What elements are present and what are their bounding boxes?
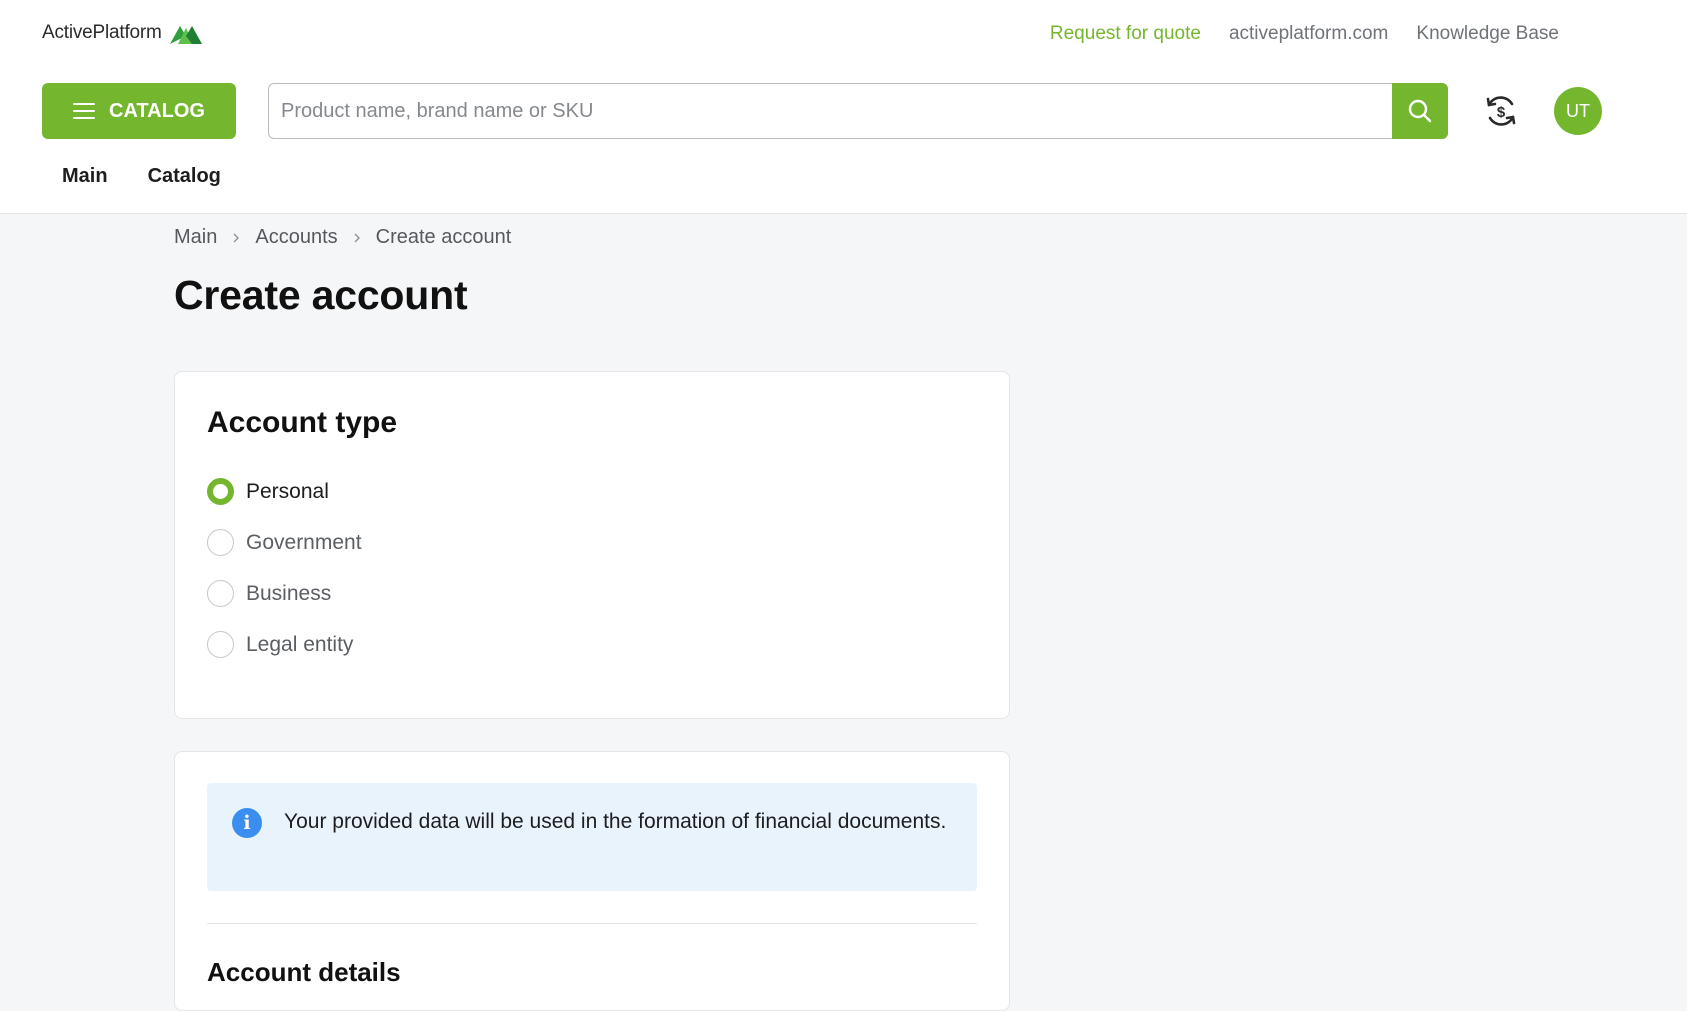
catalog-button[interactable]: CATALOG <box>42 83 236 139</box>
info-notice-text: Your provided data will be used in the f… <box>284 810 947 833</box>
account-details-title: Account details <box>207 957 401 987</box>
radio-label-government: Government <box>246 530 362 554</box>
radio-unchecked-icon <box>207 529 234 556</box>
breadcrumb: Main Accounts Create account <box>174 226 511 249</box>
currency-exchange-icon[interactable]: $ <box>1482 92 1520 130</box>
radio-unchecked-icon <box>207 631 234 658</box>
search-input[interactable] <box>269 84 1393 138</box>
main-nav: Main Catalog <box>62 165 221 188</box>
activeplatform-logo-icon <box>169 26 202 44</box>
search-button[interactable] <box>1392 83 1448 139</box>
search-bar <box>268 83 1448 139</box>
radio-option-legal-entity[interactable]: Legal entity <box>207 631 353 658</box>
nav-item-main[interactable]: Main <box>62 165 108 188</box>
search-icon <box>1408 99 1432 123</box>
top-links: Request for quote activeplatform.com Kno… <box>1050 23 1559 45</box>
radio-label-legal-entity: Legal entity <box>246 632 354 656</box>
radio-label-personal: Personal <box>246 479 329 503</box>
breadcrumb-accounts[interactable]: Accounts <box>255 226 337 249</box>
divider <box>207 923 977 924</box>
breadcrumb-main[interactable]: Main <box>174 226 217 249</box>
user-avatar[interactable]: UT <box>1554 87 1602 135</box>
activeplatform-site-link[interactable]: activeplatform.com <box>1229 23 1388 45</box>
account-type-card: Account type Personal Government Busines… <box>174 371 1010 719</box>
info-notice: i Your provided data will be used in the… <box>207 783 977 891</box>
radio-label-business: Business <box>246 581 332 605</box>
brand-name: ActivePlatform <box>42 22 162 43</box>
radio-unchecked-icon <box>207 580 234 607</box>
breadcrumb-current: Create account <box>375 226 512 248</box>
account-details-card: i Your provided data will be used in the… <box>174 751 1010 1011</box>
radio-checked-icon <box>207 478 234 505</box>
site-header: ActivePlatform Request for quote activep… <box>0 0 1687 214</box>
brand-logo[interactable]: ActivePlatform <box>42 22 202 44</box>
menu-icon <box>73 103 96 119</box>
request-for-quote-link[interactable]: Request for quote <box>1050 23 1201 45</box>
info-icon: i <box>232 808 262 838</box>
catalog-button-label: CATALOG <box>109 99 205 122</box>
knowledge-base-link[interactable]: Knowledge Base <box>1416 23 1559 45</box>
account-type-title: Account type <box>207 406 398 439</box>
chevron-right-icon <box>354 233 360 242</box>
svg-text:$: $ <box>1497 104 1506 121</box>
radio-option-personal[interactable]: Personal <box>207 478 329 505</box>
page-title: Create account <box>174 272 468 318</box>
radio-option-government[interactable]: Government <box>207 529 362 556</box>
radio-option-business[interactable]: Business <box>207 580 331 607</box>
chevron-right-icon <box>233 233 240 242</box>
nav-item-catalog[interactable]: Catalog <box>148 165 221 188</box>
